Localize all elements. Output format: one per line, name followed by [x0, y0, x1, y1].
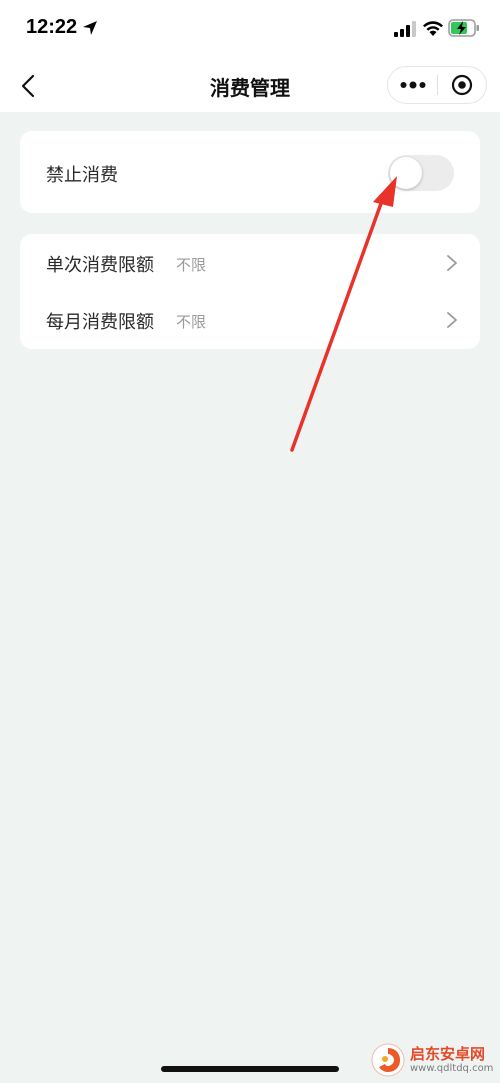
- forbid-consumption-toggle[interactable]: [388, 155, 454, 191]
- single-limit-label: 单次消费限额: [46, 255, 154, 276]
- watermark-url: www.qdltdq.com: [410, 1063, 494, 1074]
- watermark-title: 启东安卓网: [410, 1045, 486, 1063]
- target-circle-icon: [451, 74, 473, 96]
- chevron-right-icon: [447, 255, 457, 271]
- signal-icon: [394, 21, 416, 37]
- more-button[interactable]: [388, 66, 437, 104]
- watermark: 启东安卓网 www.qdltdq.com: [370, 1040, 498, 1080]
- monthly-limit-value: 不限: [176, 313, 207, 331]
- chevron-right-icon: [447, 312, 457, 328]
- navigation-bar: 消费管理: [0, 60, 500, 112]
- monthly-limit-label: 每月消费限额: [46, 312, 154, 333]
- single-limit-value: 不限: [176, 256, 207, 274]
- wifi-icon: [423, 21, 443, 36]
- mini-program-capsule: [387, 66, 487, 104]
- close-mini-program-button[interactable]: [438, 66, 486, 104]
- watermark-logo-icon: [371, 1043, 405, 1077]
- battery-charging-icon: [448, 19, 479, 37]
- location-icon: [83, 21, 97, 35]
- toggle-knob: [390, 157, 422, 189]
- consumption-limits-card: 单次消费限额 不限 每月消费限额 不限: [20, 234, 480, 349]
- forbid-consumption-card: 禁止消费: [20, 131, 480, 213]
- single-limit-row[interactable]: 单次消费限额 不限: [20, 234, 480, 291]
- status-bar: 12:22: [0, 0, 500, 60]
- consumption-management-page: 12:22 消费管理 禁止消费 单次消费限额 不限 每月消费限额 不限 启东安卓…: [0, 0, 500, 1083]
- status-time: 12:22: [26, 16, 78, 38]
- forbid-consumption-label: 禁止消费: [46, 165, 118, 186]
- monthly-limit-row[interactable]: 每月消费限额 不限: [20, 291, 480, 348]
- home-indicator: [161, 1066, 339, 1072]
- more-dots-icon: [400, 81, 425, 89]
